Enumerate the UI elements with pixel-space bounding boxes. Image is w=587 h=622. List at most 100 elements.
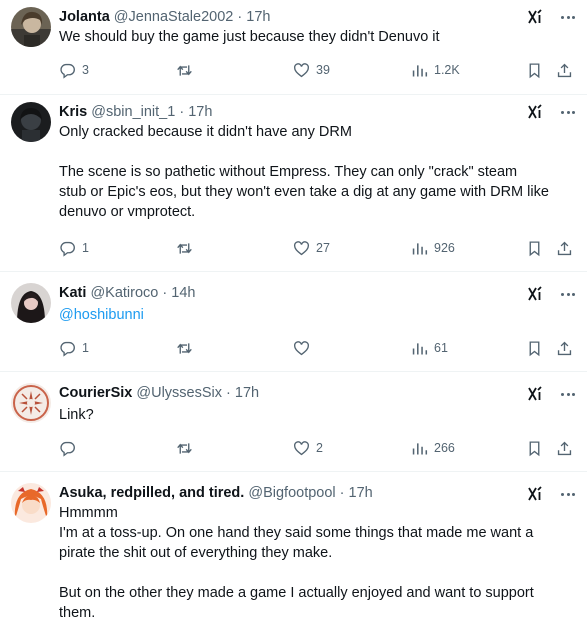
views-button[interactable]: 926 <box>411 238 455 258</box>
timestamp[interactable]: 14h <box>171 285 195 301</box>
avatar[interactable] <box>11 102 51 142</box>
share-icon <box>557 341 572 355</box>
tweet-header: Kati @Katiroco · 14h <box>59 283 195 303</box>
like-button[interactable] <box>293 338 316 358</box>
bookmark-button[interactable] <box>526 438 543 458</box>
reply-button[interactable]: 1 <box>59 338 89 358</box>
tweet[interactable]: Kati @Katiroco · 14h @hoshibunni 1 61 <box>0 272 587 372</box>
reply-count: 3 <box>82 63 89 77</box>
bookmark-button[interactable] <box>526 60 543 80</box>
like-button[interactable]: 2 <box>293 438 323 458</box>
timestamp[interactable]: 17h <box>246 9 270 25</box>
share-icon <box>557 441 572 455</box>
like-button[interactable]: 27 <box>293 238 330 258</box>
tweet-line: denuvo or vmprotect. <box>59 204 196 220</box>
avatar[interactable] <box>11 383 51 423</box>
heart-icon <box>294 340 309 355</box>
tweet[interactable]: Kris @sbin_init_1 · 17h Only cracked bec… <box>0 95 587 272</box>
avatar[interactable] <box>11 283 51 323</box>
views-button[interactable]: 266 <box>411 438 455 458</box>
reply-icon <box>60 441 75 457</box>
reply-button[interactable]: 3 <box>59 60 89 80</box>
views-chart-icon <box>412 64 428 76</box>
more-icon[interactable] <box>561 384 575 404</box>
user-handle[interactable]: @JennaStale2002 <box>114 9 234 25</box>
display-name[interactable]: Asuka, redpilled, and tired. <box>59 485 244 501</box>
tweet-line: The scene is so pathetic without Empress… <box>59 164 518 180</box>
tweet-text: Hmmmm I'm at a toss-up. On one hand they… <box>59 503 579 622</box>
timestamp[interactable]: 17h <box>188 104 212 120</box>
bookmark-icon <box>529 340 540 356</box>
like-button[interactable]: 39 <box>293 60 330 80</box>
tweet[interactable]: CourierSix @UlyssesSix · 17h Link? 2 266 <box>0 372 587 472</box>
tweet-line: them. <box>59 605 96 621</box>
grok-icon[interactable] <box>527 104 543 120</box>
tweet-line: pirate the shit out of everything they m… <box>59 545 333 561</box>
tweet-top-actions <box>527 484 575 504</box>
tweet-line: Hmmmm <box>59 505 118 521</box>
heart-icon <box>294 62 309 77</box>
more-icon[interactable] <box>561 102 575 122</box>
more-icon[interactable] <box>561 284 575 304</box>
user-handle[interactable]: @Katiroco <box>90 285 158 301</box>
repost-button[interactable] <box>176 338 199 358</box>
tweet[interactable]: Asuka, redpilled, and tired. @Bigfootpoo… <box>0 472 587 622</box>
tweet-line: I'm at a toss-up. On one hand they said … <box>59 525 534 541</box>
action-bar: 1 61 <box>59 338 575 358</box>
tweet-top-actions <box>527 7 575 27</box>
tweet-top-actions <box>527 284 575 304</box>
separator-dot: · <box>237 9 243 25</box>
views-chart-icon <box>412 342 428 354</box>
share-icon <box>557 63 572 77</box>
repost-button[interactable] <box>176 60 199 80</box>
mention-link[interactable]: @hoshibunni <box>59 305 579 325</box>
reply-count: 1 <box>82 341 89 355</box>
timestamp[interactable]: 17h <box>235 385 259 401</box>
tweet[interactable]: Jolanta @JennaStale2002 · 17h We should … <box>0 0 587 95</box>
views-button[interactable]: 61 <box>411 338 448 358</box>
reply-feed: Jolanta @JennaStale2002 · 17h We should … <box>0 0 587 622</box>
reply-icon <box>60 63 75 79</box>
reply-button[interactable] <box>59 438 82 458</box>
view-count: 266 <box>434 441 455 455</box>
reply-count: 1 <box>82 241 89 255</box>
avatar[interactable] <box>11 7 51 47</box>
grok-icon[interactable] <box>527 286 543 302</box>
timestamp[interactable]: 17h <box>349 485 373 501</box>
share-button[interactable] <box>556 60 573 80</box>
share-button[interactable] <box>556 238 573 258</box>
display-name[interactable]: Kati <box>59 285 86 301</box>
views-button[interactable]: 1.2K <box>411 60 460 80</box>
view-count: 61 <box>434 341 448 355</box>
display-name[interactable]: Jolanta <box>59 9 110 25</box>
tweet-line: Only cracked because it didn't have any … <box>59 124 352 140</box>
like-count: 27 <box>316 241 330 255</box>
action-bar: 1 27 926 <box>59 238 575 258</box>
share-button[interactable] <box>556 438 573 458</box>
repost-button[interactable] <box>176 438 199 458</box>
share-button[interactable] <box>556 338 573 358</box>
more-icon[interactable] <box>561 484 575 504</box>
grok-icon[interactable] <box>527 9 543 25</box>
view-count: 926 <box>434 241 455 255</box>
grok-icon[interactable] <box>527 386 543 402</box>
views-chart-icon <box>412 442 428 454</box>
avatar[interactable] <box>11 483 51 523</box>
user-handle[interactable]: @Bigfootpool <box>248 485 335 501</box>
user-handle[interactable]: @sbin_init_1 <box>91 104 175 120</box>
more-icon[interactable] <box>561 7 575 27</box>
bookmark-button[interactable] <box>526 238 543 258</box>
repost-icon <box>177 64 192 76</box>
action-bar: 3 39 1.2K <box>59 60 575 80</box>
user-handle[interactable]: @UlyssesSix <box>136 385 222 401</box>
reply-button[interactable]: 1 <box>59 238 89 258</box>
grok-icon[interactable] <box>527 486 543 502</box>
tweet-header: Jolanta @JennaStale2002 · 17h <box>59 7 270 27</box>
display-name[interactable]: Kris <box>59 104 87 120</box>
repost-button[interactable] <box>176 238 199 258</box>
tweet-line: stub or Epic's eos, but they won't even … <box>59 184 549 200</box>
bookmark-button[interactable] <box>526 338 543 358</box>
display-name[interactable]: CourierSix <box>59 385 132 401</box>
like-count: 39 <box>316 63 330 77</box>
